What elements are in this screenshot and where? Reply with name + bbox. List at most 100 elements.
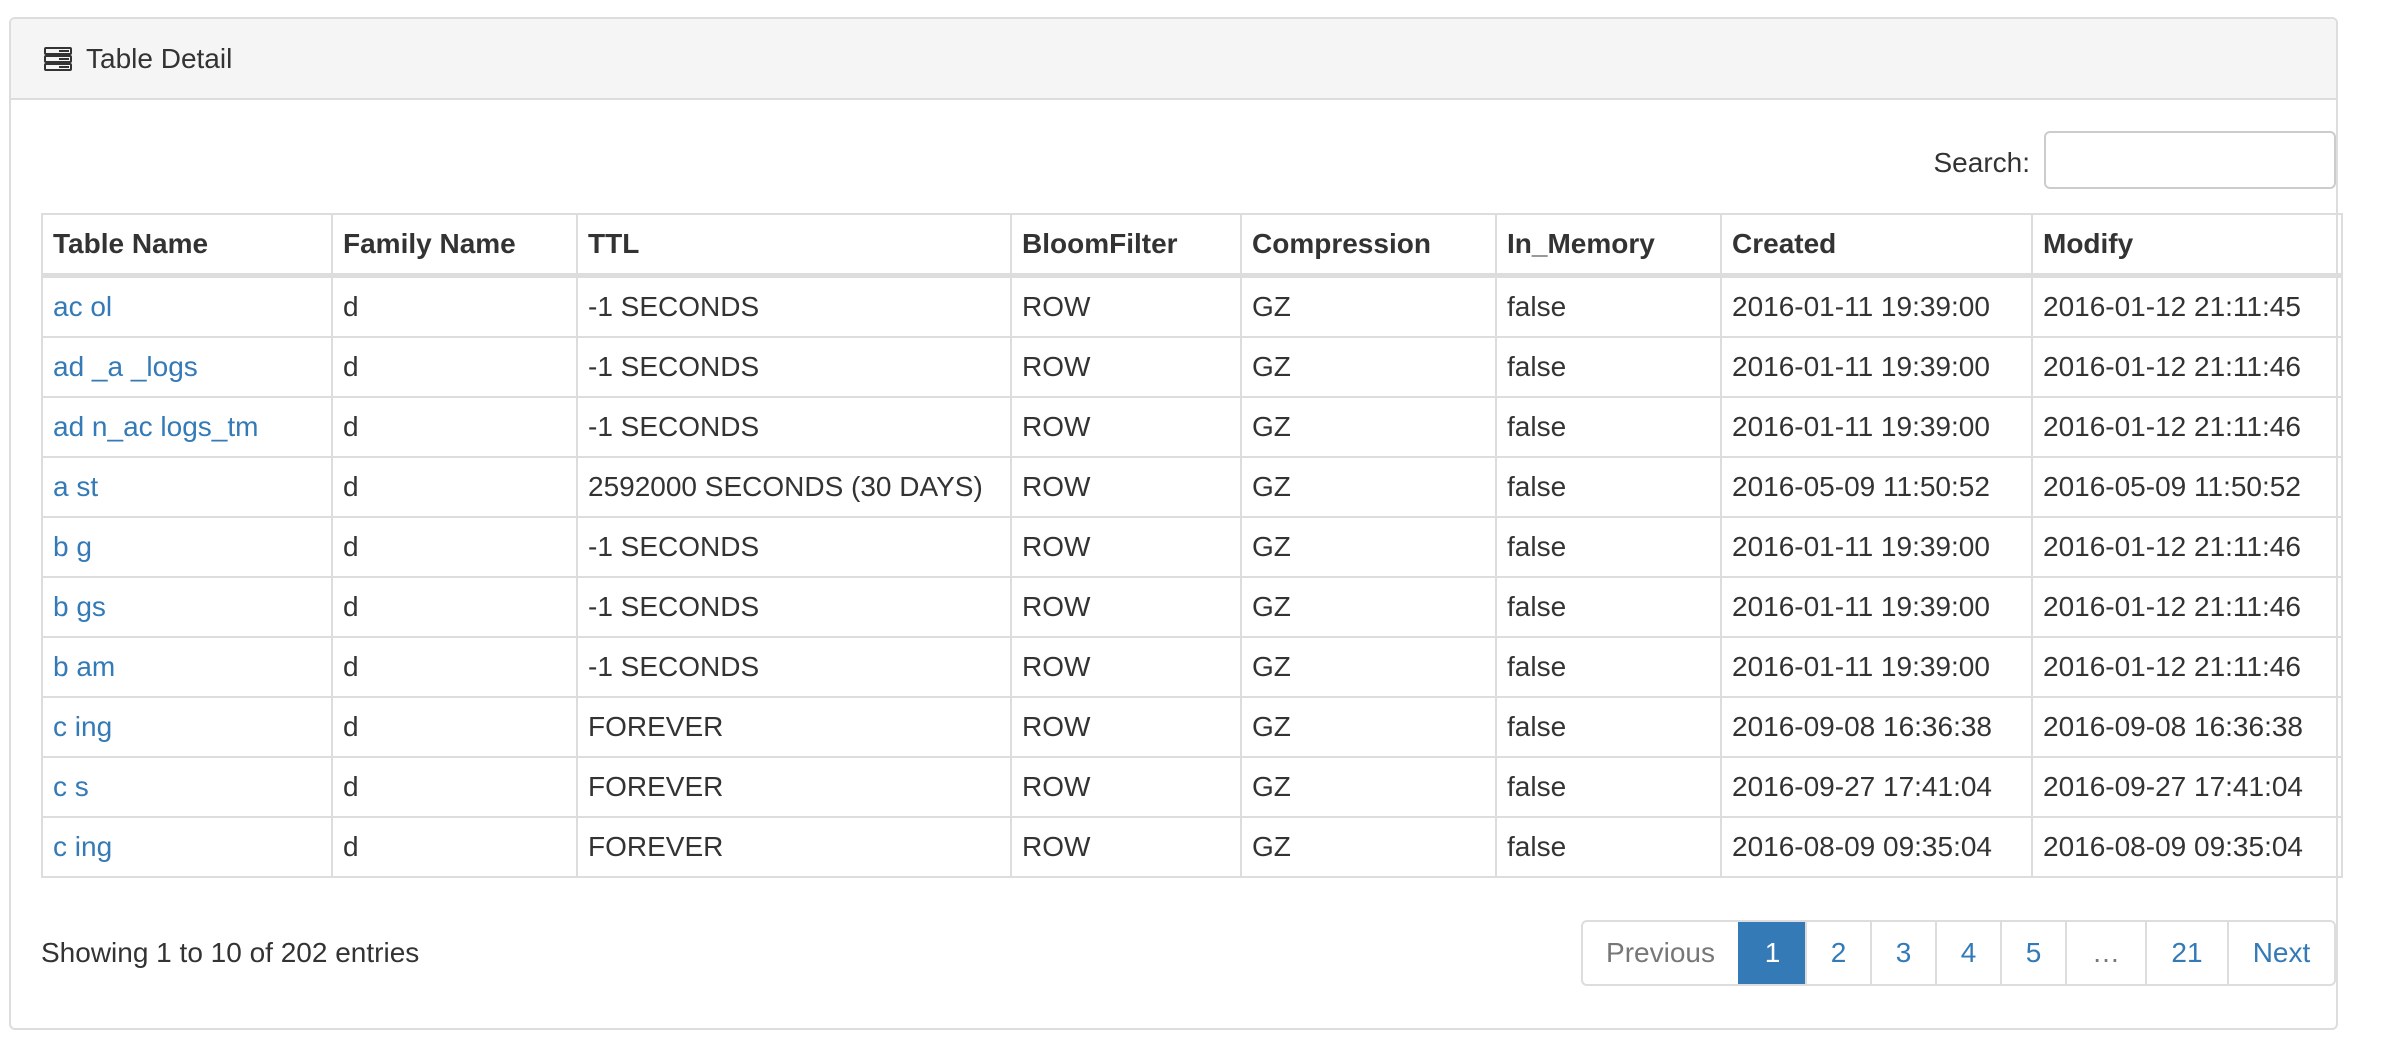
table-cell: d <box>331 696 578 758</box>
table-cell: ROW <box>1010 816 1242 878</box>
table-cell: d <box>331 756 578 818</box>
table-name-link[interactable]: ad n_ac logs_tm <box>41 396 333 458</box>
pagination: Previous 1 2 3 4 5… 21 Next <box>1581 920 2336 986</box>
panel-heading: Table Detail <box>11 19 2336 100</box>
table-cell: GZ <box>1240 396 1497 458</box>
table-cell: 2016-01-12 21:11:46 <box>2031 636 2343 698</box>
table-row: ad _a _logs d -1 SECONDS ROW GZ false 2016-01-… <box>41 336 2343 398</box>
table-name-link[interactable]: ad _a _logs <box>41 336 333 398</box>
table-cell: false <box>1495 816 1722 878</box>
search-label: Search: <box>1933 147 2031 178</box>
table-cell: 2016-01-11 19:39:00 <box>1720 396 2033 458</box>
table-name-link[interactable]: a st <box>41 456 333 518</box>
table-cell: d <box>331 576 578 638</box>
next-page-button[interactable]: Next <box>2227 922 2334 984</box>
table-cell: d <box>331 396 578 458</box>
column-header-bloomfilter[interactable]: BloomFilter <box>1010 213 1242 278</box>
column-header-created[interactable]: Created <box>1720 213 2033 278</box>
page-button-21[interactable]: 21 <box>2145 922 2227 984</box>
table-cell: GZ <box>1240 336 1497 398</box>
column-header-ttl[interactable]: TTL <box>576 213 1012 278</box>
table-header-row: Table Name Family Name TTL BloomFilter Compr… <box>41 213 2343 278</box>
column-header-table-name[interactable]: Table Name <box>41 213 333 278</box>
table-cell: 2016-01-12 21:11:46 <box>2031 396 2343 458</box>
table-cell: 2016-01-11 19:39:00 <box>1720 636 2033 698</box>
table-cell: -1 SECONDS <box>576 576 1012 638</box>
table-cell: ROW <box>1010 576 1242 638</box>
table-cell: 2016-01-11 19:39:00 <box>1720 576 2033 638</box>
table-info: Showing 1 to 10 of 202 entries <box>41 937 420 968</box>
table-cell: 2592000 SECONDS (30 DAYS) <box>576 456 1012 518</box>
table-cell: 2016-05-09 11:50:52 <box>2031 456 2343 518</box>
table-cell: 2016-01-11 19:39:00 <box>1720 274 2033 338</box>
table-cell: false <box>1495 696 1722 758</box>
table-cell: GZ <box>1240 456 1497 518</box>
table-row: ac ol d -1 SECONDS ROW GZ false 2016-01-11 19:… <box>41 274 2343 338</box>
table-name-link[interactable]: b am <box>41 636 333 698</box>
table-cell: -1 SECONDS <box>576 396 1012 458</box>
table-cell: 2016-01-12 21:11:45 <box>2031 274 2343 338</box>
table-name-link[interactable]: c ing <box>41 816 333 878</box>
table-cell: 2016-05-09 11:50:52 <box>1720 456 2033 518</box>
page-button-3[interactable]: 3 <box>1870 922 1935 984</box>
table-cell: ROW <box>1010 456 1242 518</box>
page-button-4[interactable]: 4 <box>1935 922 2000 984</box>
table-cell: d <box>331 274 578 338</box>
table-row: c s d FOREVER ROW GZ false 2016-09-27 17:41:04… <box>41 756 2343 818</box>
table-cell: d <box>331 336 578 398</box>
table-cell: GZ <box>1240 274 1497 338</box>
table-cell: GZ <box>1240 696 1497 758</box>
table-cell: 2016-01-11 19:39:00 <box>1720 516 2033 578</box>
table-cell: GZ <box>1240 576 1497 638</box>
table-cell: 2016-01-12 21:11:46 <box>2031 336 2343 398</box>
table-list-icon <box>44 46 72 71</box>
column-header-compression[interactable]: Compression <box>1240 213 1497 278</box>
page-button-1[interactable]: 1 <box>1738 922 1805 984</box>
pagination-ellipsis: … <box>2065 922 2145 984</box>
table-cell: 2016-09-08 16:36:38 <box>1720 696 2033 758</box>
column-header-family-name[interactable]: Family Name <box>331 213 578 278</box>
table-row: a st d 2592000 SECONDS (30 DAYS) ROW GZ false… <box>41 456 2343 518</box>
table-detail-table: Table Name Family Name TTL BloomFilter Compr… <box>41 213 2343 878</box>
table-name-link[interactable]: c s <box>41 756 333 818</box>
table-cell: GZ <box>1240 636 1497 698</box>
table-cell: GZ <box>1240 756 1497 818</box>
panel-title: Table Detail <box>86 42 233 74</box>
table-row: ad n_ac logs_tm d -1 SECONDS ROW GZ false 2016… <box>41 396 2343 458</box>
table-row: b g d -1 SECONDS ROW GZ false 2016-01-11 19:39… <box>41 516 2343 578</box>
table-row: b am d -1 SECONDS ROW GZ false 2016-01-11 19:3… <box>41 636 2343 698</box>
table-name-link[interactable]: b gs <box>41 576 333 638</box>
table-name-link[interactable]: b g <box>41 516 333 578</box>
table-cell: 2016-01-12 21:11:46 <box>2031 576 2343 638</box>
table-cell: ROW <box>1010 516 1242 578</box>
table-cell: 2016-08-09 09:35:04 <box>2031 816 2343 878</box>
previous-page-button[interactable]: Previous <box>1583 922 1738 984</box>
table-cell: false <box>1495 336 1722 398</box>
search-bar: Search: <box>1736 131 2336 191</box>
table-cell: 2016-01-11 19:39:00 <box>1720 336 2033 398</box>
table-cell: false <box>1495 396 1722 458</box>
table-cell: 2016-01-12 21:11:46 <box>2031 516 2343 578</box>
table-cell: d <box>331 516 578 578</box>
table-cell: FOREVER <box>576 696 1012 758</box>
table-cell: 2016-09-27 17:41:04 <box>1720 756 2033 818</box>
table-cell: false <box>1495 756 1722 818</box>
table-name-link[interactable]: ac ol <box>41 274 333 338</box>
table-cell: FOREVER <box>576 816 1012 878</box>
table-cell: false <box>1495 456 1722 518</box>
table-cell: false <box>1495 274 1722 338</box>
column-header-in-memory[interactable]: In_Memory <box>1495 213 1722 278</box>
table-cell: d <box>331 816 578 878</box>
table-row: b gs d -1 SECONDS ROW GZ false 2016-01-11 19:3… <box>41 576 2343 638</box>
table-cell: ROW <box>1010 274 1242 338</box>
table-row: c ing d FOREVER ROW GZ false 2016-09-08 16:36:… <box>41 696 2343 758</box>
table-cell: false <box>1495 516 1722 578</box>
table-name-link[interactable]: c ing <box>41 696 333 758</box>
page-button-2[interactable]: 2 <box>1805 922 1870 984</box>
search-input[interactable] <box>2044 131 2336 189</box>
column-header-modify[interactable]: Modify <box>2031 213 2343 278</box>
table-cell: ROW <box>1010 336 1242 398</box>
table-cell: -1 SECONDS <box>576 636 1012 698</box>
table-cell: d <box>331 456 578 518</box>
page-button-5[interactable]: 5 <box>2000 922 2065 984</box>
